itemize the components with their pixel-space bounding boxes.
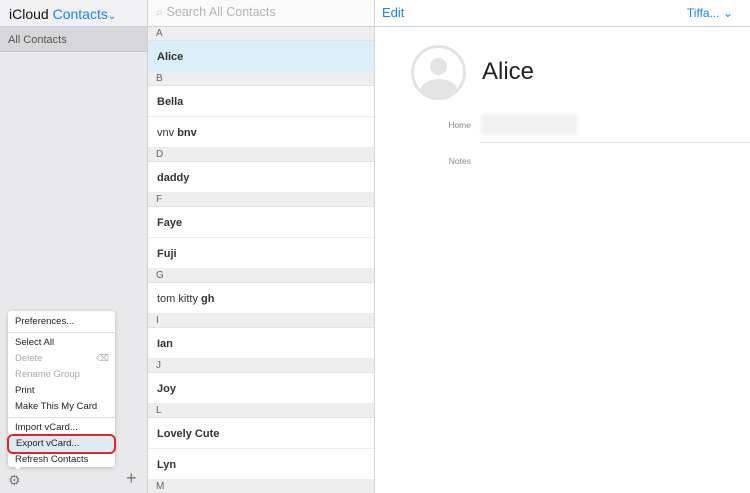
contact-row[interactable]: vnv bnv: [148, 117, 374, 148]
menu-item-select-all[interactable]: Select All: [8, 335, 115, 351]
menu-pointer: [12, 464, 24, 470]
contact-row[interactable]: tom kitty gh: [148, 283, 374, 314]
section-header: A: [148, 27, 374, 41]
app-title[interactable]: iCloud Contacts⌄: [0, 0, 147, 27]
brand: iCloud: [9, 6, 49, 22]
avatar: [411, 45, 466, 100]
section-header: B: [148, 72, 374, 86]
menu-item-make-my-card[interactable]: Make This My Card: [8, 399, 115, 415]
menu-item-preferences[interactable]: Preferences...: [8, 314, 115, 330]
notes-label: Notes: [448, 156, 471, 166]
menu-item-rename-group: Rename Group: [15, 369, 80, 380]
home-value-redacted: [481, 114, 577, 135]
contact-row[interactable]: Lovely Cute: [148, 418, 374, 449]
search-input[interactable]: ⌕ Search All Contacts: [148, 0, 374, 27]
last-name: Bella: [157, 96, 184, 108]
delete-icon: ⌫: [96, 353, 109, 363]
menu-item-export-vcard[interactable]: Export vCard...: [7, 434, 116, 454]
first-name: vnv: [157, 127, 175, 139]
last-name: bnv: [177, 127, 197, 139]
gear-icon[interactable]: ⚙: [8, 472, 21, 489]
last-name: Lyn: [157, 459, 177, 471]
contact-row[interactable]: Ian: [148, 328, 374, 359]
contact-row[interactable]: Joy: [148, 373, 374, 404]
last-name: gh: [201, 293, 215, 305]
contact-row[interactable]: Faye: [148, 207, 374, 238]
home-label: Home: [448, 120, 471, 130]
last-name: Ian: [157, 338, 173, 350]
divider: [481, 142, 750, 143]
section-header: J: [148, 359, 374, 373]
menu-item-refresh-contacts[interactable]: Refresh Contacts: [8, 452, 115, 468]
section-header: L: [148, 404, 374, 418]
search-placeholder: Search All Contacts: [166, 5, 276, 19]
first-name: tom kitty: [157, 293, 198, 305]
chevron-down-icon[interactable]: ⌄: [108, 11, 116, 22]
section-header: I: [148, 314, 374, 328]
detail-toolbar: Edit Tiffa... ⌄: [375, 0, 750, 27]
menu-item-import-vcard[interactable]: Import vCard...: [8, 420, 115, 436]
contact-row[interactable]: daddy: [148, 162, 374, 193]
contact-row[interactable]: Bella: [148, 86, 374, 117]
settings-menu: Preferences... Select All Delete ⌫ Rename…: [7, 311, 116, 468]
section-header: D: [148, 148, 374, 162]
contact-detail: Edit Tiffa... ⌄ Alice Home Notes: [375, 0, 750, 493]
edit-button[interactable]: Edit: [382, 5, 404, 20]
contact-row[interactable]: Alice: [148, 41, 374, 72]
last-name: daddy: [157, 172, 190, 184]
menu-item-print[interactable]: Print: [8, 383, 115, 399]
last-name: Fuji: [157, 248, 177, 260]
section-header: M: [148, 480, 374, 493]
last-name: Joy: [157, 383, 176, 395]
add-contact-button[interactable]: +: [126, 468, 137, 489]
search-icon: ⌕: [156, 5, 164, 19]
menu-item-delete: Delete ⌫: [15, 353, 109, 364]
contact-name: Alice: [482, 58, 535, 85]
app-name[interactable]: Contacts: [53, 6, 108, 22]
account-menu[interactable]: Tiffa... ⌄: [687, 6, 733, 20]
section-header: G: [148, 269, 374, 283]
contact-list: ⌕ Search All Contacts A Alice B Bella vnv bn…: [148, 0, 375, 493]
contact-row[interactable]: Fuji: [148, 238, 374, 269]
section-header: F: [148, 193, 374, 207]
last-name: Faye: [157, 217, 183, 229]
last-name: Lovely Cute: [157, 428, 220, 440]
last-name: Alice: [157, 51, 184, 63]
contact-row[interactable]: Lyn: [148, 449, 374, 480]
sidebar-item-all-contacts[interactable]: All Contacts: [0, 27, 147, 52]
